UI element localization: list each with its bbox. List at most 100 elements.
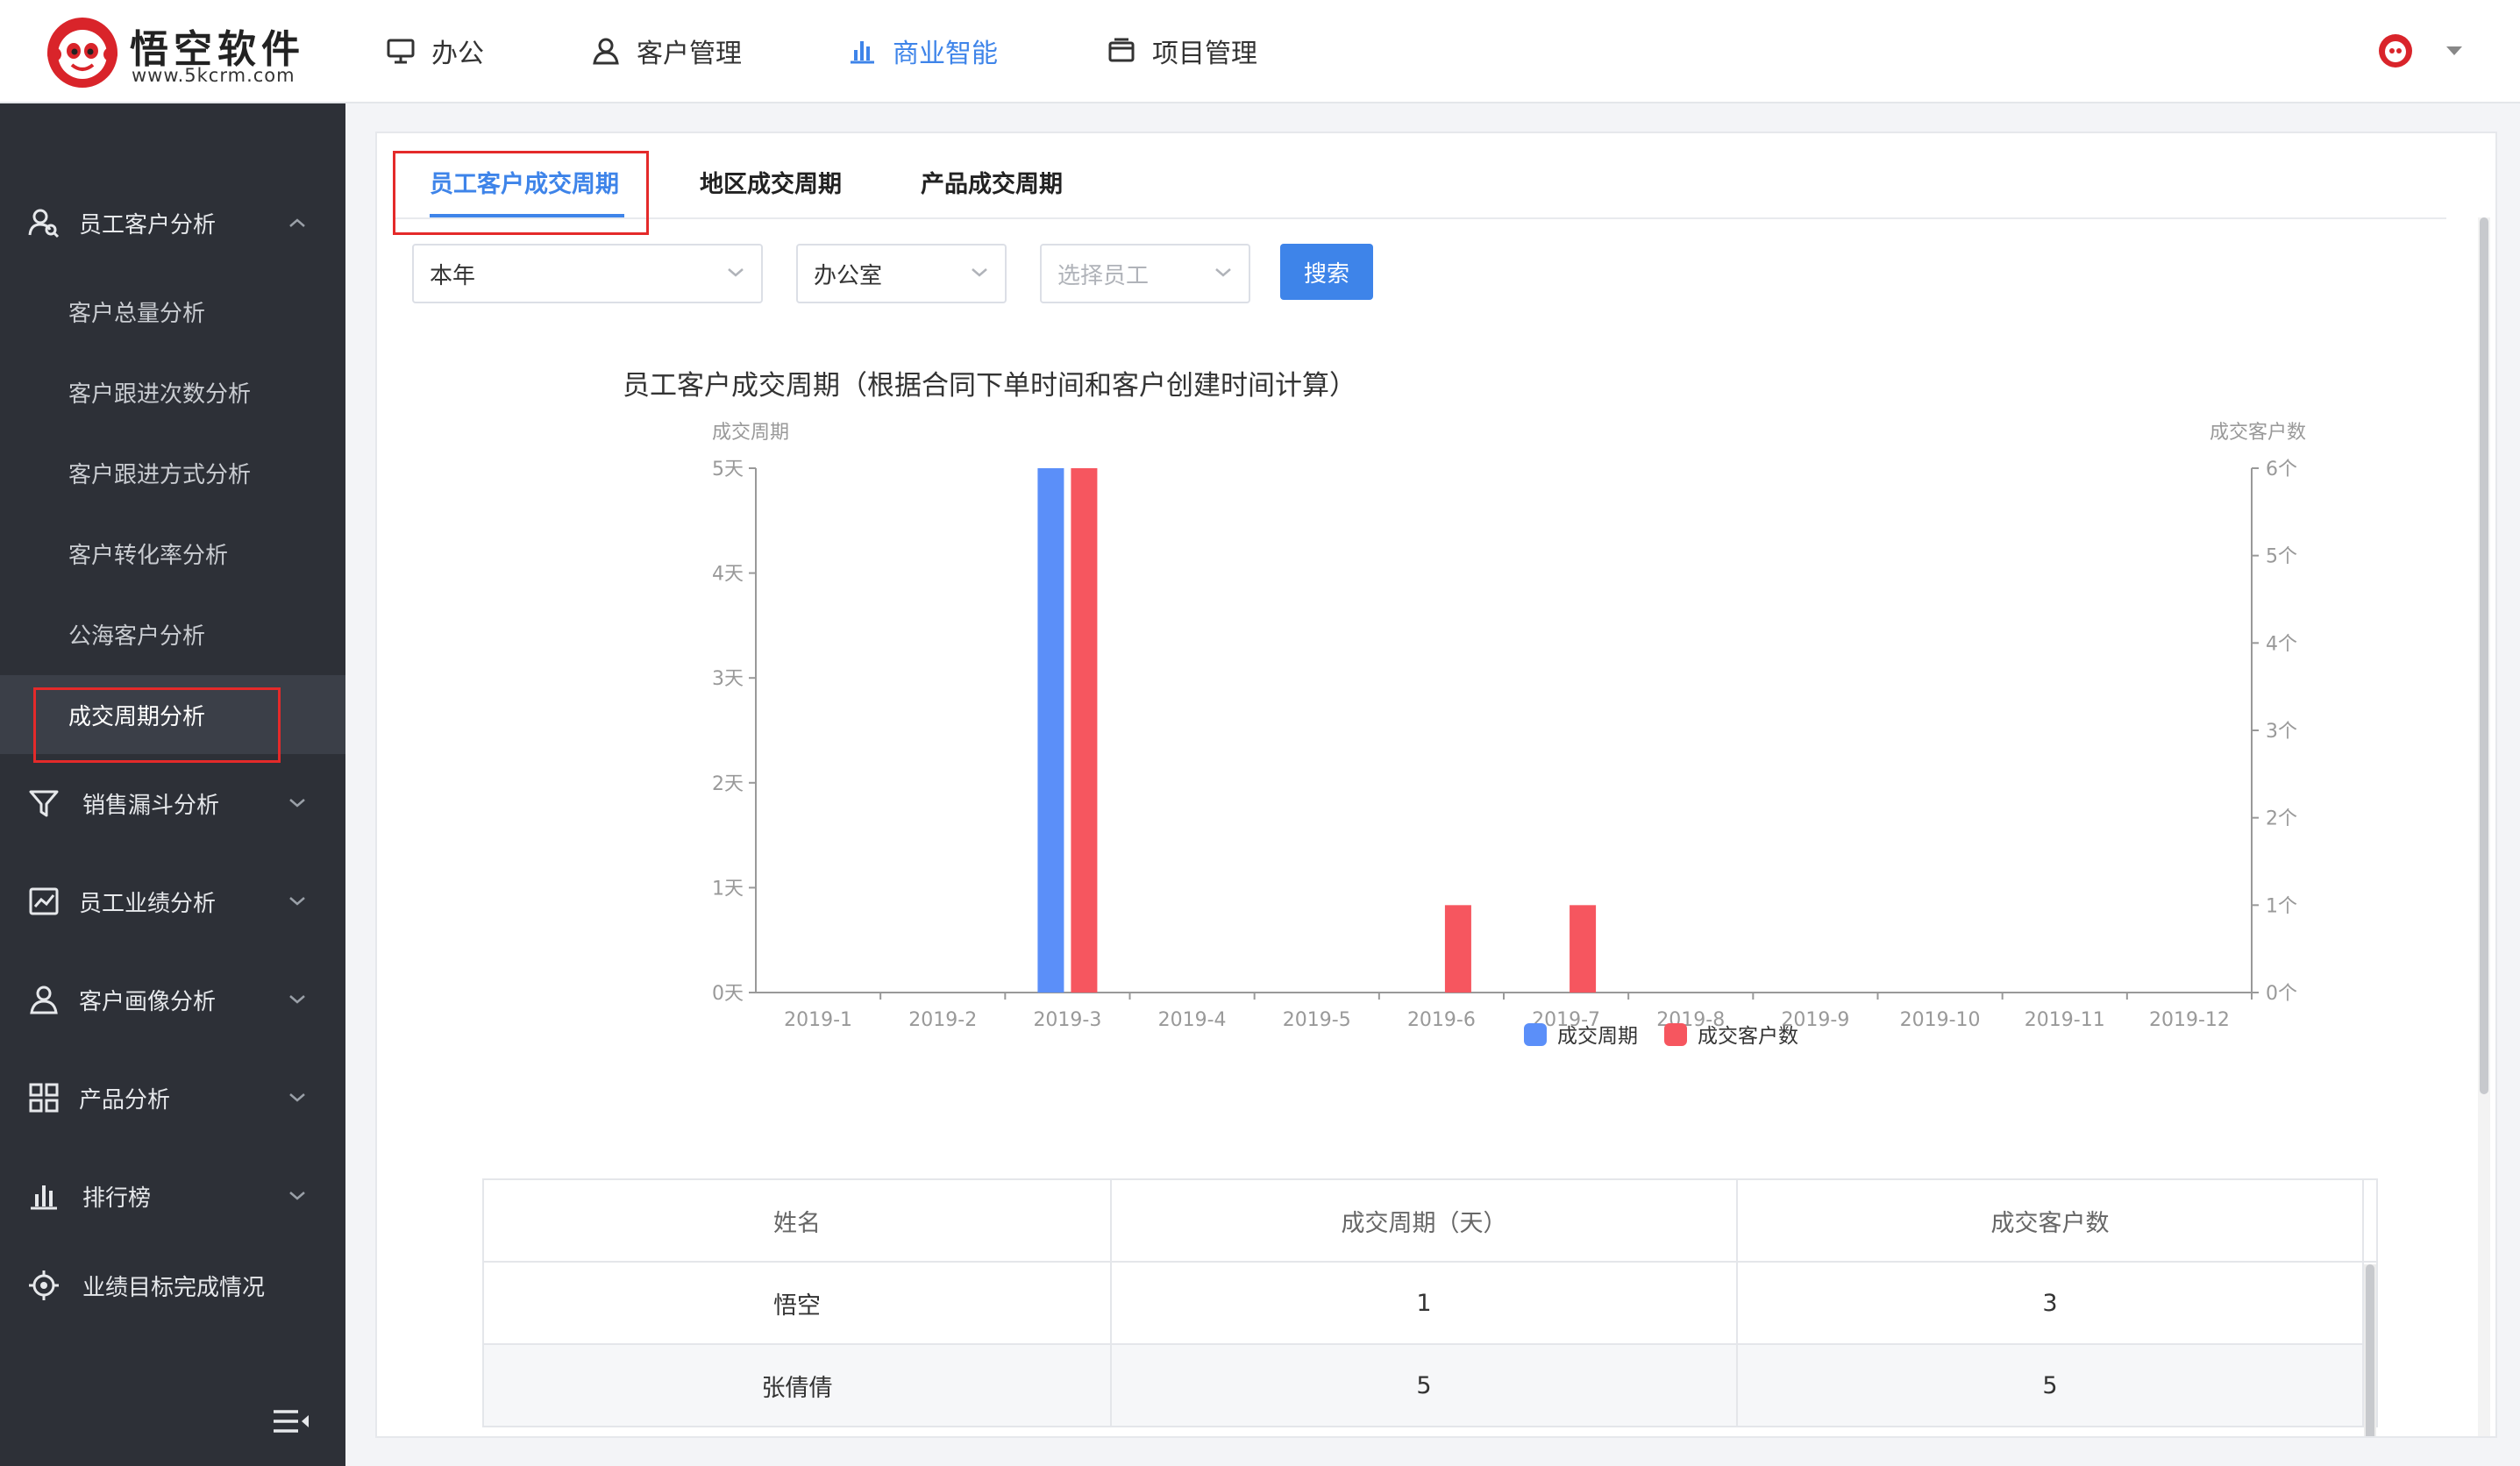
sidebar-group-label: 员工客户分析 bbox=[79, 211, 217, 238]
chevron-down-icon bbox=[289, 799, 305, 808]
target-icon bbox=[29, 1270, 59, 1300]
sidebar-group-label: 业绩目标完成情况 bbox=[82, 1274, 266, 1301]
x-tick-label: 2019-4 bbox=[1158, 1009, 1227, 1031]
legend-label: 成交客户数 bbox=[1698, 1025, 1798, 1048]
bar-deal-cycle bbox=[1037, 468, 1064, 993]
department-select[interactable]: 办公室 bbox=[796, 244, 1007, 303]
sidebar-group-employee-customer[interactable]: 员工客户分析 bbox=[0, 188, 345, 258]
left-tick-label: 2天 bbox=[712, 773, 744, 795]
right-tick-label: 0个 bbox=[2266, 983, 2297, 1005]
folder-icon bbox=[1108, 38, 1135, 62]
monkey-logo-icon bbox=[47, 18, 117, 88]
deal-cycle-table: 姓名 成交周期（天） 成交客户数 悟空 1 3 张倩倩 5 5 bbox=[482, 1178, 2378, 1427]
right-tick-label: 6个 bbox=[2266, 459, 2297, 480]
bar-deal-customers bbox=[1444, 905, 1471, 993]
sidebar-item-customer-total[interactable]: 客户总量分析 bbox=[0, 272, 345, 351]
tab-product-deal-cycle[interactable]: 产品成交周期 bbox=[921, 165, 1063, 199]
chevron-down-icon bbox=[289, 1192, 305, 1200]
sidebar-item-label: 客户跟进方式分析 bbox=[68, 461, 252, 488]
department-value: 办公室 bbox=[814, 262, 883, 289]
sidebar-group-employee-performance[interactable]: 员工业绩分析 bbox=[0, 866, 345, 936]
table-row[interactable]: 悟空 1 3 bbox=[482, 1261, 2378, 1345]
col-header-name[interactable]: 姓名 bbox=[482, 1178, 1112, 1263]
left-tick-label: 0天 bbox=[712, 983, 744, 1005]
tab-employee-deal-cycle[interactable]: 员工客户成交周期 bbox=[430, 165, 619, 199]
col-header-count[interactable]: 成交客户数 bbox=[1736, 1178, 2364, 1263]
sidebar-item-label: 客户总量分析 bbox=[68, 300, 206, 327]
nav-customer-management[interactable]: 客户管理 bbox=[591, 0, 742, 102]
panel-scrollbar-thumb[interactable] bbox=[2480, 217, 2488, 1094]
bar-deal-customers bbox=[1071, 468, 1098, 993]
sidebar-item-followup-method[interactable]: 客户跟进方式分析 bbox=[0, 433, 345, 512]
period-value: 本年 bbox=[430, 262, 476, 289]
legend-swatch bbox=[1524, 1023, 1547, 1046]
sidebar-item-label: 客户转化率分析 bbox=[68, 542, 229, 569]
sidebar-group-goal-completion[interactable]: 业绩目标完成情况 bbox=[0, 1250, 345, 1320]
person-icon bbox=[30, 986, 58, 1014]
cell-cycle: 5 bbox=[1110, 1343, 1738, 1427]
search-button[interactable]: 搜索 bbox=[1280, 244, 1373, 300]
nav-project-management[interactable]: 项目管理 bbox=[1107, 0, 1257, 102]
sidebar-item-deal-cycle[interactable]: 成交周期分析 bbox=[0, 675, 345, 754]
chevron-down-icon bbox=[1215, 268, 1231, 277]
sidebar-item-conversion-rate[interactable]: 客户转化率分析 bbox=[0, 514, 345, 593]
line-chart-icon bbox=[29, 887, 59, 915]
left-tick-label: 5天 bbox=[712, 459, 744, 480]
table-header-row: 姓名 成交周期（天） 成交客户数 bbox=[482, 1178, 2378, 1263]
nav-label: 项目管理 bbox=[1152, 39, 1257, 69]
right-tick-label: 2个 bbox=[2266, 808, 2297, 830]
left-axis-title: 成交周期 bbox=[712, 422, 789, 444]
col-header-cycle[interactable]: 成交周期（天） bbox=[1110, 1178, 1738, 1263]
col-header-gutter bbox=[2362, 1178, 2378, 1263]
sidebar-group-ranking[interactable]: 排行榜 bbox=[0, 1161, 345, 1231]
chevron-down-icon bbox=[972, 268, 987, 277]
sidebar-item-label: 公海客户分析 bbox=[68, 623, 206, 650]
nav-office[interactable]: 办公 bbox=[386, 0, 484, 102]
left-tick-label: 3天 bbox=[712, 668, 744, 690]
sidebar-group-label: 员工业绩分析 bbox=[79, 890, 217, 917]
person-icon bbox=[593, 38, 619, 65]
sidebar-group-sales-funnel[interactable]: 销售漏斗分析 bbox=[0, 768, 345, 838]
bar-chart-icon bbox=[31, 1185, 57, 1210]
deal-cycle-chart: 成交周期 成交客户数0天1天2天3天4天5天0个1个2个3个4个5个6个2019-… bbox=[712, 422, 2306, 1048]
sidebar-group-label: 销售漏斗分析 bbox=[82, 792, 220, 819]
legend-swatch bbox=[1664, 1023, 1687, 1046]
user-analysis-icon bbox=[28, 209, 60, 238]
sidebar-group-product-analysis[interactable]: 产品分析 bbox=[0, 1063, 345, 1133]
sidebar-item-label: 成交周期分析 bbox=[68, 703, 206, 730]
app-logo[interactable]: 悟空软件 www.5kcrm.com bbox=[46, 16, 326, 89]
top-bar: 悟空软件 www.5kcrm.com 办公 客户管理 商业智能 项目管理 bbox=[0, 0, 2520, 103]
right-axis-title: 成交客户数 bbox=[2210, 422, 2306, 444]
sidebar-item-public-pool[interactable]: 公海客户分析 bbox=[0, 594, 345, 673]
left-tick-label: 4天 bbox=[712, 564, 744, 586]
collapse-menu-icon[interactable] bbox=[272, 1408, 310, 1434]
x-tick-label: 2019-3 bbox=[1033, 1009, 1101, 1031]
user-avatar[interactable] bbox=[2378, 33, 2413, 68]
x-tick-label: 2019-2 bbox=[908, 1009, 977, 1031]
employee-placeholder: 选择员工 bbox=[1057, 262, 1150, 289]
sidebar-group-customer-portrait[interactable]: 客户画像分析 bbox=[0, 964, 345, 1035]
sidebar-item-label: 客户跟进次数分析 bbox=[68, 381, 252, 408]
table-row[interactable]: 张倩倩 5 5 bbox=[482, 1343, 2378, 1427]
left-tick-label: 1天 bbox=[712, 878, 744, 900]
sidebar-item-followup-count[interactable]: 客户跟进次数分析 bbox=[0, 352, 345, 431]
chevron-down-icon bbox=[289, 897, 305, 906]
table-scrollbar-thumb[interactable] bbox=[2366, 1264, 2374, 1436]
period-select[interactable]: 本年 bbox=[412, 244, 763, 303]
bar-chart-icon bbox=[851, 41, 874, 64]
nav-label: 客户管理 bbox=[637, 39, 742, 69]
employee-select[interactable]: 选择员工 bbox=[1040, 244, 1250, 303]
grid-icon bbox=[29, 1083, 59, 1113]
active-tab-indicator bbox=[430, 214, 624, 217]
chevron-up-icon bbox=[289, 218, 305, 227]
cell-name: 张倩倩 bbox=[482, 1343, 1112, 1427]
nav-business-intelligence[interactable]: 商业智能 bbox=[847, 0, 998, 102]
x-tick-label: 2019-1 bbox=[784, 1009, 852, 1031]
chevron-down-icon bbox=[289, 995, 305, 1004]
sidebar: 员工客户分析 客户总量分析 客户跟进次数分析 客户跟进方式分析 客户转化率分析 … bbox=[0, 103, 345, 1466]
chevron-down-icon bbox=[728, 268, 744, 277]
x-tick-label: 2019-6 bbox=[1407, 1009, 1476, 1031]
right-tick-label: 4个 bbox=[2266, 633, 2297, 655]
caret-down-icon[interactable] bbox=[2445, 44, 2464, 58]
tab-region-deal-cycle[interactable]: 地区成交周期 bbox=[700, 165, 842, 199]
